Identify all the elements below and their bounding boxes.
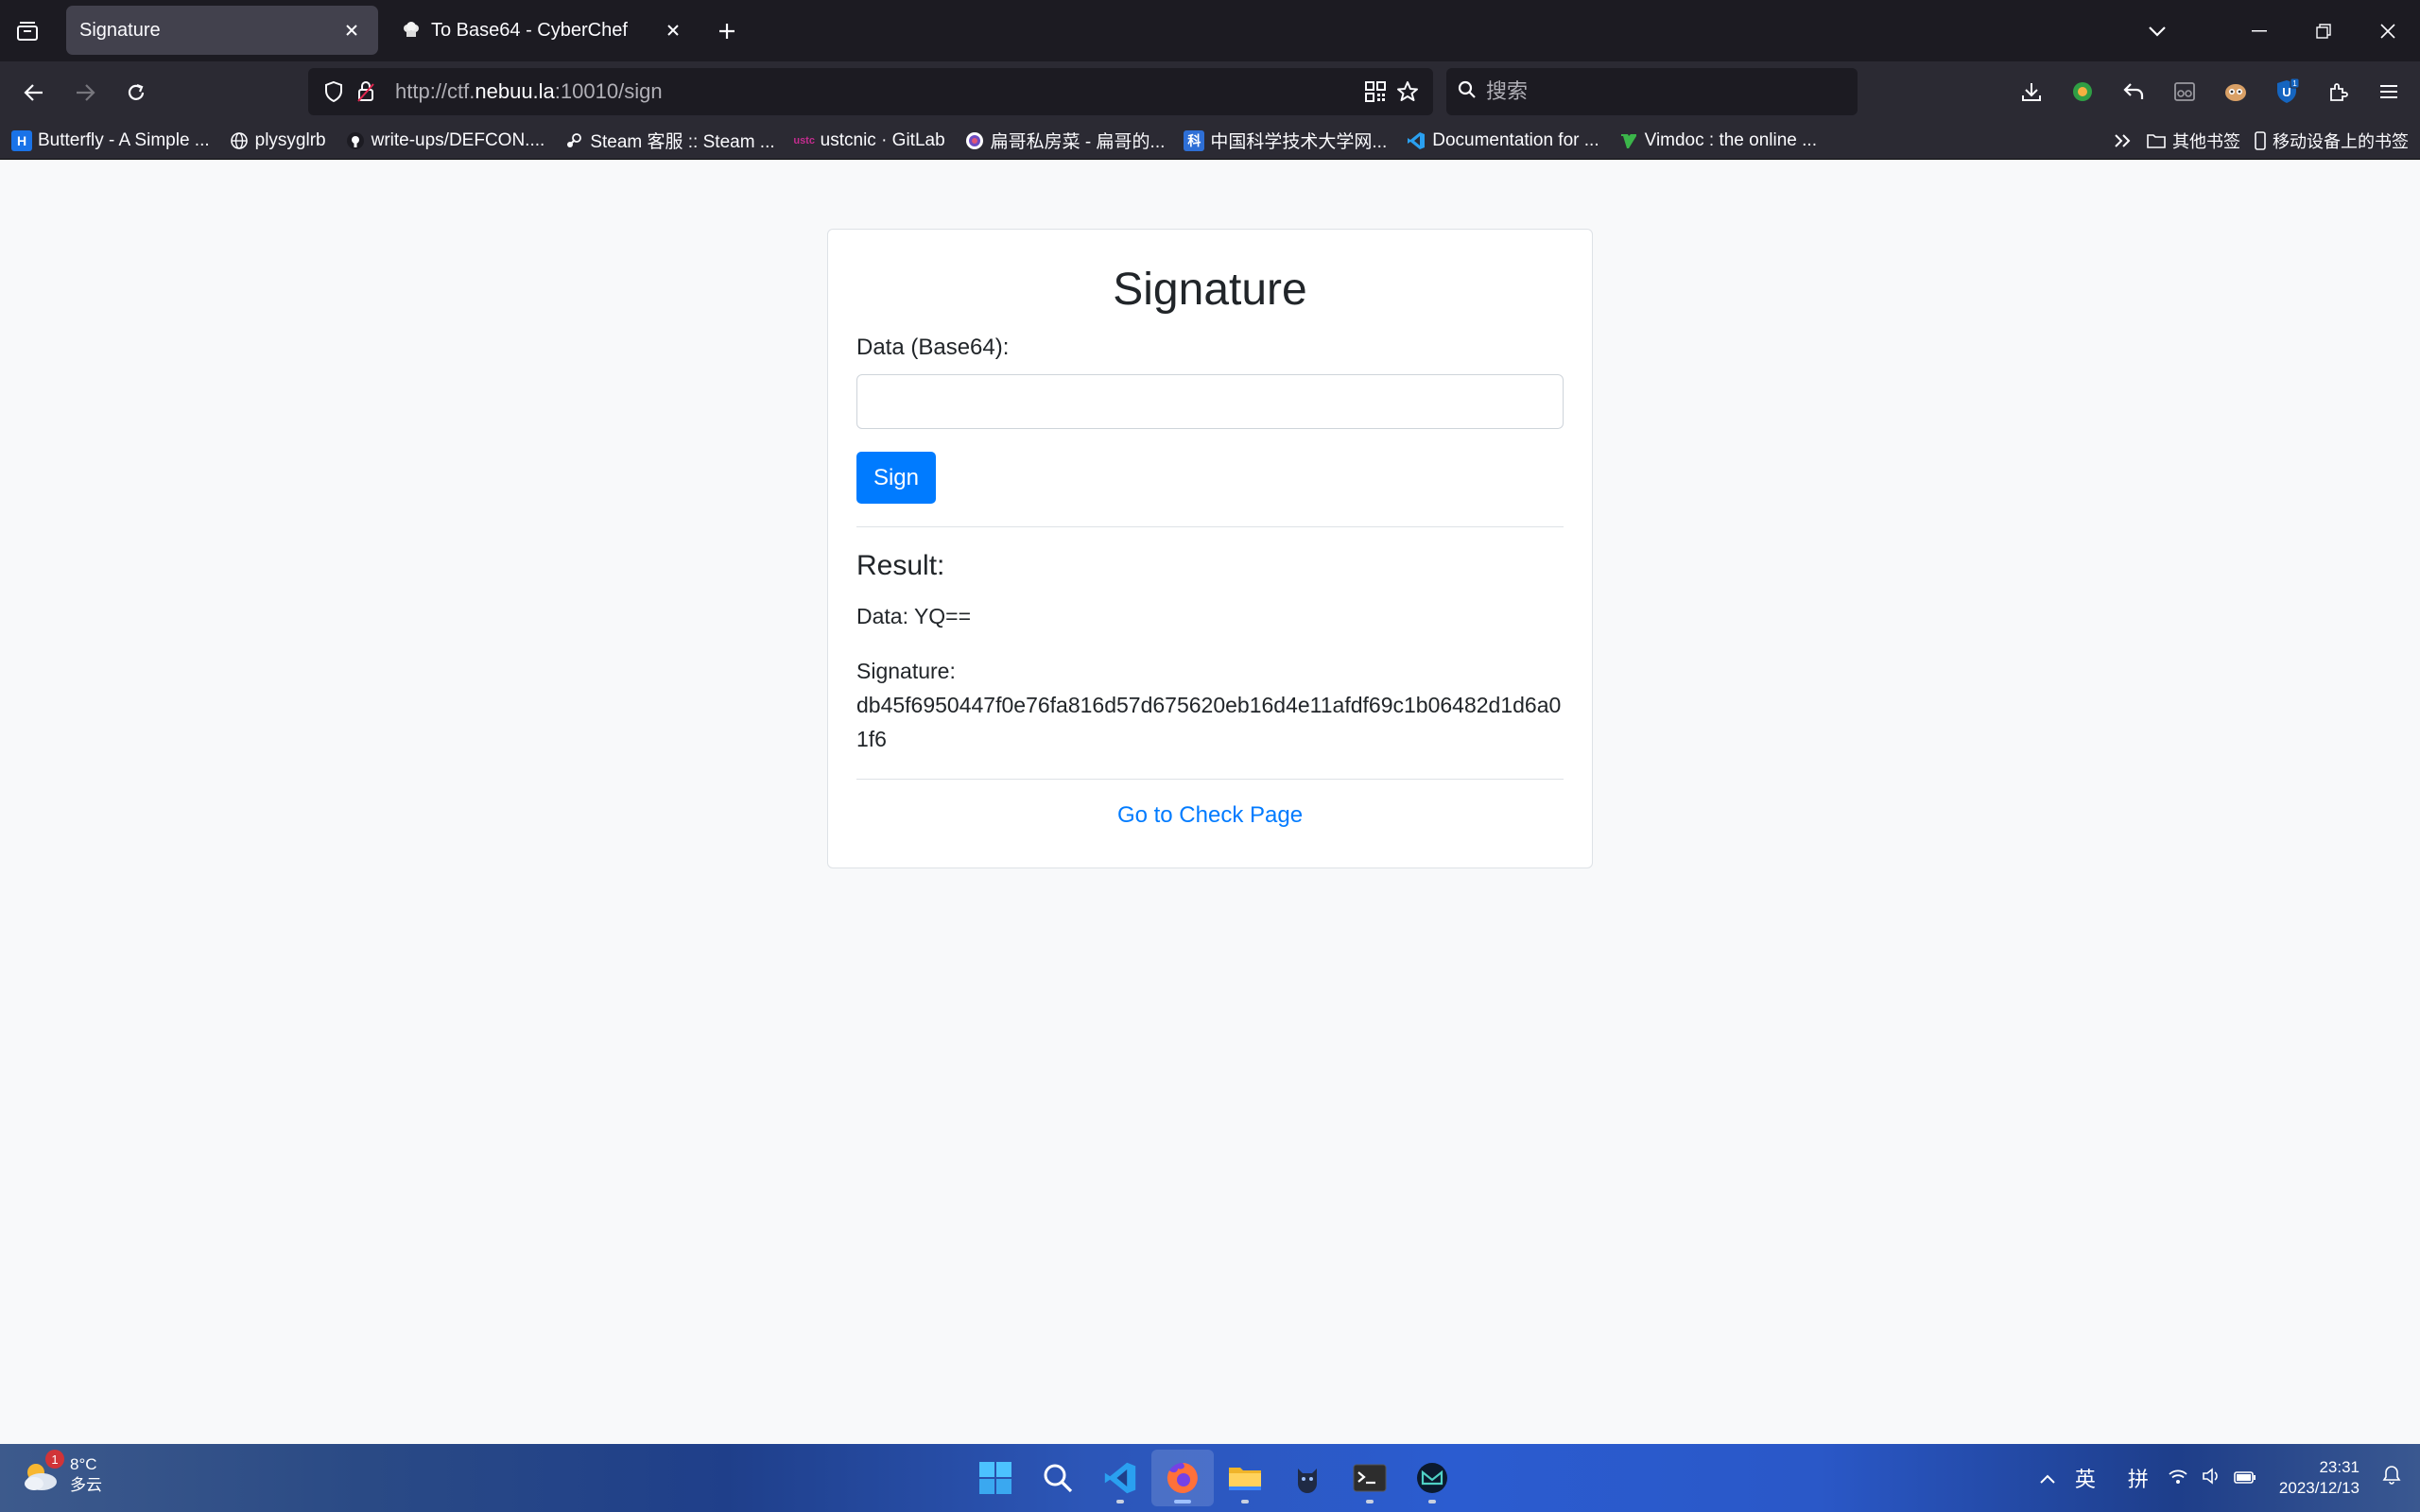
undo-arrow-icon[interactable]: [2108, 66, 2159, 117]
data-input[interactable]: [856, 374, 1564, 429]
ime-mode[interactable]: 拼: [2128, 1463, 2149, 1493]
github-desktop-icon[interactable]: [1276, 1450, 1339, 1506]
forward-arrow-icon[interactable]: [66, 74, 104, 112]
steam-icon: [563, 130, 584, 151]
github-icon: [345, 130, 366, 151]
tampermonkey-icon[interactable]: [2210, 66, 2261, 117]
ublock-icon[interactable]: U1: [2261, 66, 2312, 117]
folder-icon: [2146, 130, 2167, 151]
system-clock[interactable]: 23:31 2023/12/13: [2279, 1457, 2360, 1499]
result-data: Data: YQ==: [856, 604, 972, 628]
new-tab-plus-icon[interactable]: [711, 15, 743, 47]
windows-start-icon[interactable]: [964, 1450, 1027, 1506]
mobile-device-icon: [2254, 130, 2267, 151]
battery-icon[interactable]: [2234, 1467, 2256, 1490]
downloads-icon[interactable]: [2006, 66, 2057, 117]
search-icon: [1458, 80, 1477, 104]
sign-button[interactable]: Sign: [856, 452, 936, 504]
bookmark-vimdoc[interactable]: Vimdoc : the online ...: [1618, 130, 1817, 151]
tracking-shield-icon[interactable]: [318, 76, 350, 108]
list-all-tabs-chevron-icon[interactable]: [2125, 0, 2189, 61]
tab-signature[interactable]: Signature: [66, 6, 378, 55]
network-icon[interactable]: [2168, 1467, 2188, 1490]
globe-icon: [229, 130, 250, 151]
browser-nav-bar: http://ctf.nebuu.la:10010/sign U1: [0, 61, 2420, 122]
search-input[interactable]: [1486, 79, 1826, 104]
url-text[interactable]: http://ctf.nebuu.la:10010/sign: [395, 79, 1359, 104]
browser-tab-bar: Signature To Base64 - CyberChef: [0, 0, 2420, 61]
vim-icon: [1618, 130, 1639, 151]
insecure-lock-icon[interactable]: [350, 76, 382, 108]
bookmark-steam[interactable]: Steam 客服 :: Steam ...: [563, 128, 775, 153]
bookmark-butterfly[interactable]: H Butterfly - A Simple ...: [11, 129, 210, 151]
result-signature: Signature: db45f6950447f0e76fa816d57d675…: [856, 654, 1564, 756]
terminal-icon[interactable]: [1339, 1450, 1401, 1506]
bookmark-writeups[interactable]: write-ups/DEFCON....: [345, 130, 544, 151]
reload-icon[interactable]: [117, 74, 155, 112]
data-label: Data (Base64):: [856, 335, 1010, 360]
svg-text:U: U: [2282, 85, 2290, 99]
close-icon[interactable]: [660, 17, 686, 43]
restore-icon[interactable]: [2291, 0, 2356, 61]
signature-value: db45f6950447f0e76fa816d57d675620eb16d4e1…: [856, 693, 1562, 751]
divider: [856, 526, 1564, 527]
weather-badge: 1: [45, 1450, 64, 1469]
volume-icon[interactable]: [2202, 1467, 2221, 1490]
mobile-bookmarks-folder[interactable]: 移动设备上的书签: [2254, 129, 2409, 153]
tab-title: Signature: [79, 19, 161, 41]
hamburger-menu-icon[interactable]: [2363, 66, 2414, 117]
chef-hat-icon: [401, 20, 422, 41]
butterfly-h-icon: H: [11, 129, 32, 151]
qr-code-icon[interactable]: [1359, 76, 1392, 108]
mail-app-icon[interactable]: [1401, 1450, 1463, 1506]
taskbar-search-icon[interactable]: [1027, 1450, 1089, 1506]
ustc-icon: ustc: [793, 134, 815, 146]
green-extension-icon[interactable]: [2057, 66, 2108, 117]
search-bar[interactable]: [1446, 68, 1858, 115]
tab-title: To Base64 - CyberChef: [431, 19, 628, 41]
svg-text:1: 1: [2292, 79, 2297, 88]
extensions-puzzle-icon[interactable]: [2312, 66, 2363, 117]
weather-widget[interactable]: 1 8°C 多云: [19, 1450, 102, 1497]
page-content: Signature Data (Base64): Sign Result: Da…: [0, 160, 2420, 1444]
weather-temp: 8°C: [70, 1455, 97, 1473]
tray-chevron-up-icon[interactable]: [2039, 1467, 2056, 1490]
bookmark-ustc-network[interactable]: 科 中国科学技术大学网...: [1184, 128, 1387, 153]
firefox-app-icon[interactable]: [1151, 1450, 1214, 1506]
bookmark-documentation[interactable]: Documentation for ...: [1406, 130, 1599, 151]
file-explorer-icon[interactable]: [1214, 1450, 1276, 1506]
other-bookmarks-folder[interactable]: 其他书签: [2146, 129, 2240, 153]
bookmark-bian-blog[interactable]: 扁哥私房菜 - 扁哥的...: [964, 128, 1165, 153]
close-icon[interactable]: [338, 17, 365, 43]
ustc-network-icon: 科: [1184, 129, 1205, 151]
cloudy-weather-icon: 1: [19, 1450, 64, 1497]
back-arrow-icon[interactable]: [15, 74, 53, 112]
signature-card: Signature Data (Base64): Sign Result: Da…: [827, 229, 1593, 868]
bookmark-ustcnic-gitlab[interactable]: ustc ustcnic · GitLab: [793, 130, 944, 151]
tab-cyberchef[interactable]: To Base64 - CyberChef: [388, 6, 700, 55]
result-heading: Result:: [856, 550, 945, 581]
bookmark-star-icon[interactable]: [1392, 76, 1424, 108]
more-bookmarks-chevron-icon[interactable]: [2114, 133, 2133, 148]
notification-bell-icon[interactable]: [2382, 1465, 2401, 1491]
page-title: Signature: [1113, 265, 1307, 315]
divider: [856, 779, 1564, 780]
tab-list-icon[interactable]: [11, 15, 43, 47]
clock-date: 2023/12/13: [2278, 1479, 2360, 1497]
bookmarks-toolbar: H Butterfly - A Simple ... plysyglrb wri…: [0, 122, 2420, 160]
check-page-link[interactable]: Go to Check Page: [856, 802, 1564, 829]
ime-language[interactable]: 英: [2075, 1463, 2096, 1493]
vscode-app-icon[interactable]: [1089, 1450, 1151, 1506]
windows-taskbar: 1 8°C 多云 英 拼 23:31 2023/12/13: [0, 1444, 2420, 1512]
weather-desc: 多云: [70, 1476, 102, 1495]
signature-label: Signature:: [856, 659, 956, 683]
blog-avatar-icon: [964, 130, 985, 151]
close-window-icon[interactable]: [2356, 0, 2420, 61]
clock-time: 23:31: [2319, 1458, 2360, 1476]
url-bar[interactable]: http://ctf.nebuu.la:10010/sign: [308, 68, 1433, 115]
minimize-icon[interactable]: [2227, 0, 2291, 61]
bookmark-plysyglrb[interactable]: plysyglrb: [229, 130, 326, 151]
reader-view-icon[interactable]: [2159, 66, 2210, 117]
vscode-icon: [1406, 130, 1426, 151]
